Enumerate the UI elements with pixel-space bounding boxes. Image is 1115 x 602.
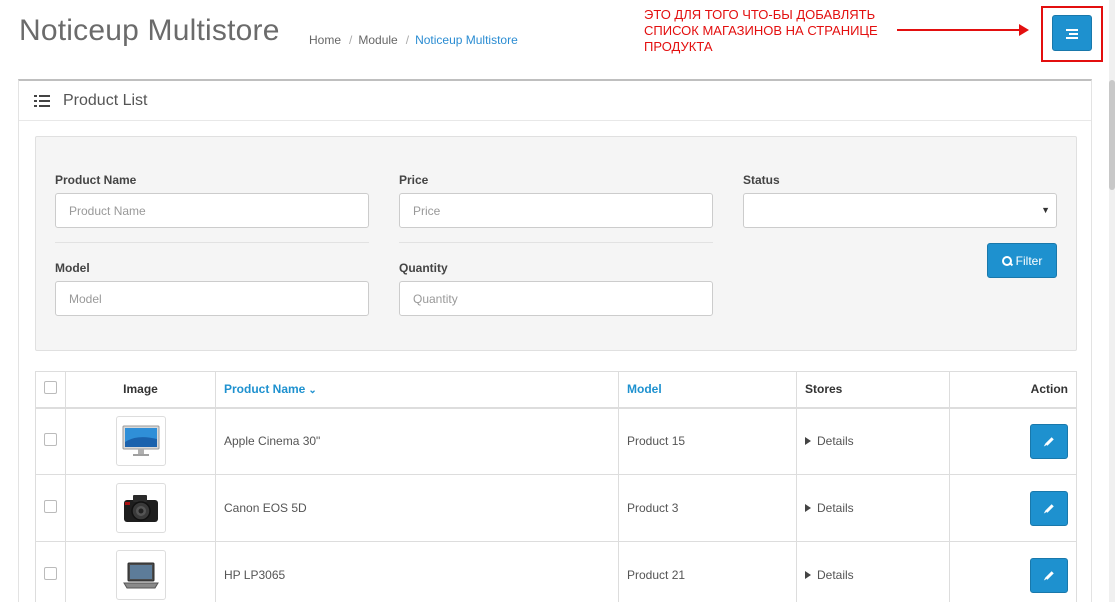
divider: [55, 242, 369, 243]
status-select[interactable]: ▼: [743, 193, 1057, 228]
row-checkbox[interactable]: [44, 567, 57, 580]
row-action-cell: [949, 541, 1077, 602]
edit-button[interactable]: [1030, 423, 1068, 459]
monitor-image: [122, 425, 159, 457]
column-model[interactable]: Model: [618, 371, 797, 409]
page-title: Noticeup Multistore: [19, 14, 280, 47]
edit-button[interactable]: [1030, 557, 1068, 593]
quantity-input[interactable]: [399, 281, 713, 316]
table-header-row: Image Product Name ⌄ Model Stores Action: [35, 371, 1077, 409]
row-select-cell: [35, 541, 66, 602]
row-action-cell: [949, 474, 1077, 542]
row-checkbox[interactable]: [44, 433, 57, 447]
column-stores: Stores: [796, 371, 950, 409]
product-table: Image Product Name⌄ Model Stores Action: [35, 371, 1077, 602]
chevron-down-icon: ⌄: [308, 385, 317, 397]
table-row: Apple Cinema 30" Product 15 Details: [35, 407, 1077, 475]
panel-title: Product List: [63, 91, 148, 109]
product-thumbnail[interactable]: [115, 416, 166, 467]
row-image-cell: [65, 407, 216, 475]
pencil-icon: [1044, 437, 1054, 446]
column-product-name[interactable]: Product Name ⌄: [215, 371, 619, 409]
row-image-cell: [65, 541, 216, 602]
stores-details-label: Details: [817, 434, 854, 449]
pencil-icon: [1044, 570, 1054, 580]
filter-section: Product Name Price Status ▼ Model Quanti…: [35, 136, 1077, 351]
list-icon: [1066, 28, 1078, 39]
edit-button[interactable]: [1030, 490, 1068, 526]
triangle-right-icon: [805, 504, 811, 512]
breadcrumb-module[interactable]: Module: [358, 33, 397, 47]
store-list-button[interactable]: [1052, 15, 1092, 51]
row-checkbox[interactable]: [44, 500, 57, 513]
product-thumbnail[interactable]: [115, 483, 166, 533]
caret-down-icon: ▼: [1041, 205, 1050, 215]
row-stores-cell: Details: [796, 474, 950, 542]
status-label: Status: [743, 173, 780, 187]
row-select-cell: [35, 407, 66, 475]
row-select-cell: [35, 474, 66, 542]
camera-image: [123, 495, 158, 522]
stores-details-toggle[interactable]: Details: [805, 434, 941, 448]
price-label: Price: [399, 173, 429, 187]
pencil-icon: [1044, 503, 1054, 513]
table-row: Canon EOS 5D Product 3 Details: [35, 474, 1077, 542]
row-model: Product 15: [618, 407, 797, 475]
row-image-cell: [65, 474, 216, 542]
annotation-text: ЭТО ДЛЯ ТОГО ЧТО-БЫ ДОБАВЛЯТЬ СПИСОК МАГ…: [644, 7, 878, 54]
column-action: Action: [949, 371, 1077, 409]
row-stores-cell: Details: [796, 541, 950, 602]
triangle-right-icon: [805, 437, 811, 446]
select-all-cell: [35, 371, 66, 409]
table-row: HP LP3065 Product 21 Details: [35, 541, 1077, 602]
product-list-panel: Product List Product Name Price Status ▼…: [18, 79, 1092, 602]
stores-details-label: Details: [817, 568, 854, 582]
model-input[interactable]: [55, 281, 369, 316]
row-product-name: Apple Cinema 30": [215, 407, 619, 475]
list-icon: [34, 94, 50, 107]
filter-button-label: Filter: [1015, 253, 1043, 268]
quantity-label: Quantity: [399, 261, 448, 275]
product-name-input[interactable]: [55, 193, 369, 228]
stores-details-toggle[interactable]: Details: [805, 501, 941, 515]
filter-button[interactable]: Filter: [987, 243, 1057, 278]
row-stores-cell: Details: [796, 407, 950, 475]
row-product-name: Canon EOS 5D: [215, 474, 619, 542]
select-all-checkbox[interactable]: [44, 381, 57, 395]
row-product-name: HP LP3065: [215, 541, 619, 602]
column-image: Image: [65, 371, 216, 409]
breadcrumb-home[interactable]: Home: [309, 33, 341, 47]
breadcrumb-current[interactable]: Noticeup Multistore: [415, 33, 518, 47]
scrollbar[interactable]: [1109, 0, 1115, 602]
laptop-image: [122, 562, 159, 589]
panel-heading: Product List: [19, 81, 1091, 121]
model-label: Model: [55, 261, 90, 275]
scrollbar-thumb[interactable]: [1109, 80, 1115, 190]
triangle-right-icon: [805, 571, 811, 579]
search-icon: [1001, 255, 1012, 266]
annotation-arrow: [897, 24, 1029, 36]
divider: [399, 242, 713, 243]
breadcrumb-separator: /: [405, 33, 410, 47]
row-model: Product 3: [618, 474, 797, 542]
breadcrumb: Home / Module / Noticeup Multistore: [309, 33, 518, 47]
price-input[interactable]: [399, 193, 713, 228]
row-model: Product 21: [618, 541, 797, 602]
stores-details-label: Details: [817, 501, 854, 515]
row-action-cell: [949, 407, 1077, 475]
stores-details-toggle[interactable]: Details: [805, 568, 941, 582]
product-name-label: Product Name: [55, 173, 137, 187]
product-thumbnail[interactable]: [115, 550, 166, 600]
breadcrumb-separator: /: [349, 33, 353, 47]
column-product-name-label: Product Name: [224, 382, 306, 397]
